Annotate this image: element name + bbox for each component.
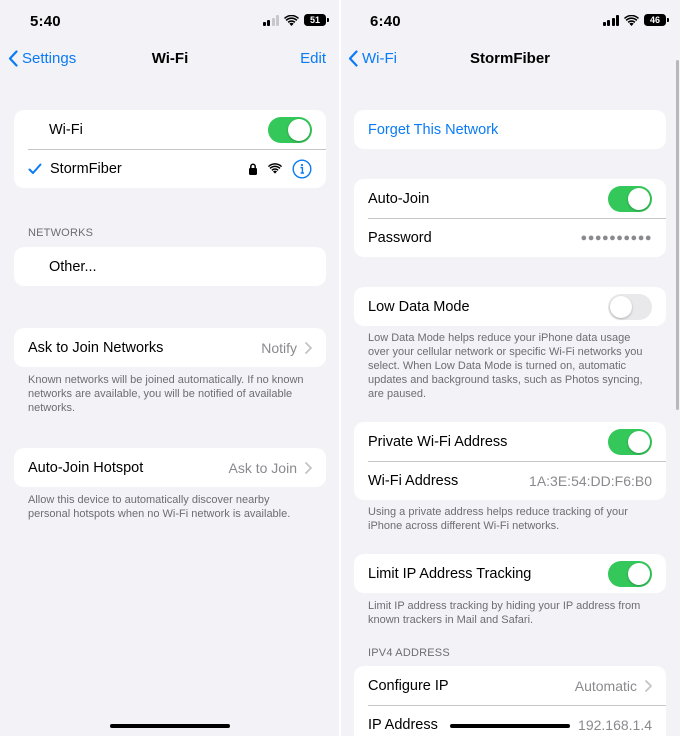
auto-join-toggle[interactable] [608,185,652,212]
status-icons: 51 [262,14,329,26]
limit-ip-label: Limit IP Address Tracking [368,565,532,582]
page-title: StormFiber [469,50,550,67]
cellular-signal-icon [262,14,279,26]
ask-to-join-row[interactable]: Ask to Join Networks Notify [14,328,326,367]
ask-join-group: Ask to Join Networks Notify [14,328,326,367]
password-label: Password [368,229,432,246]
private-address-footnote: Using a private address helps reduce tra… [368,506,628,532]
private-address-label: Private Wi-Fi Address [368,433,508,450]
low-data-row: Low Data Mode [354,287,666,326]
configure-ip-row[interactable]: Configure IP Automatic [354,666,666,705]
wifi-toggle-row: Wi-Fi [14,110,326,149]
scroll-indicator[interactable] [676,60,679,410]
wifi-icon [284,14,299,26]
navigation-bar: Wi-Fi StormFiber [340,44,680,76]
limit-ip-group: Limit IP Address Tracking [354,554,666,593]
forget-group: Forget This Network [354,110,666,149]
other-network-row[interactable]: Other... [14,247,326,286]
wifi-icon [268,163,282,174]
cellular-signal-icon [602,14,619,26]
join-group: Auto-Join Password ●●●●●●●●●● [354,179,666,257]
auto-join-hotspot-row[interactable]: Auto-Join Hotspot Ask to Join [14,448,326,487]
limit-ip-row: Limit IP Address Tracking [354,554,666,593]
limit-ip-toggle[interactable] [608,560,652,587]
private-address-row: Private Wi-Fi Address [354,422,666,461]
status-time: 6:40 [370,13,401,30]
lock-icon [249,163,257,175]
wifi-settings-screen: 5:40 51 Settings Wi-Fi Edit Wi-Fi StormF… [0,0,340,736]
wifi-address-value: 1A:3E:54:DD:F6:B0 [529,472,652,489]
ask-to-join-label: Ask to Join Networks [28,339,164,356]
wifi-icon [624,14,639,26]
private-address-group: Private Wi-Fi Address Wi-Fi Address 1A:3… [354,422,666,500]
pane-divider [339,0,341,736]
ask-to-join-footnote: Known networks will be joined automatica… [28,374,304,414]
disclosure-chevron-icon [645,679,652,692]
hotspot-footnote: Allow this device to automatically disco… [28,494,291,520]
forget-network-button[interactable]: Forget This Network [368,122,652,138]
other-label: Other... [49,258,97,275]
networks-group: Other... [14,247,326,286]
page-title: Wi-Fi [151,50,189,67]
status-bar: 6:40 46 [340,0,680,44]
status-time: 5:40 [30,13,61,30]
low-data-group: Low Data Mode [354,287,666,326]
wifi-address-label: Wi-Fi Address [368,472,459,489]
edit-button[interactable]: Edit [300,50,326,67]
wifi-group: Wi-Fi StormFiber [14,110,326,188]
private-address-toggle[interactable] [608,428,652,455]
network-detail-screen: 6:40 46 Wi-Fi StormFiber Forget This Net… [340,0,680,736]
low-data-toggle[interactable] [608,293,652,320]
disclosure-chevron-icon [305,341,312,354]
home-indicator[interactable] [110,724,230,728]
ip-address-value: 192.168.1.4 [578,716,652,733]
password-row[interactable]: Password ●●●●●●●●●● [354,218,666,257]
network-name: StormFiber [50,160,122,177]
forget-network-row[interactable]: Forget This Network [354,110,666,149]
wifi-label: Wi-Fi [49,121,83,138]
hotspot-value: Ask to Join [228,459,297,476]
screenshot-pair: 5:40 51 Settings Wi-Fi Edit Wi-Fi StormF… [0,0,680,736]
battery-icon: 46 [644,14,669,26]
ip-address-row: IP Address 192.168.1.4 [354,705,666,736]
hotspot-label: Auto-Join Hotspot [28,459,144,476]
disclosure-chevron-icon [305,461,312,474]
wifi-toggle[interactable] [268,116,312,143]
networks-section-header: NETWORKS [28,227,94,239]
info-icon[interactable] [292,158,312,179]
status-bar: 5:40 51 [0,0,340,44]
home-indicator[interactable] [450,724,570,728]
connected-network-row[interactable]: StormFiber [14,149,326,188]
limit-ip-footnote: Limit IP address tracking by hiding your… [368,600,641,626]
wifi-address-row: Wi-Fi Address 1A:3E:54:DD:F6:B0 [354,461,666,500]
hotspot-group: Auto-Join Hotspot Ask to Join [14,448,326,487]
auto-join-row: Auto-Join [354,179,666,218]
ask-to-join-value: Notify [261,339,297,356]
low-data-footnote: Low Data Mode helps reduce your iPhone d… [368,332,643,400]
battery-icon: 51 [304,14,329,26]
low-data-label: Low Data Mode [368,298,470,315]
status-icons: 46 [602,14,669,26]
configure-ip-value: Automatic [574,677,637,694]
auto-join-label: Auto-Join [368,190,430,207]
configure-ip-label: Configure IP [368,677,449,694]
checkmark-icon [28,163,42,174]
password-value: ●●●●●●●●●● [580,231,652,244]
navigation-bar: Settings Wi-Fi Edit [0,44,340,76]
ipv4-section-header: IPV4 ADDRESS [368,647,450,659]
